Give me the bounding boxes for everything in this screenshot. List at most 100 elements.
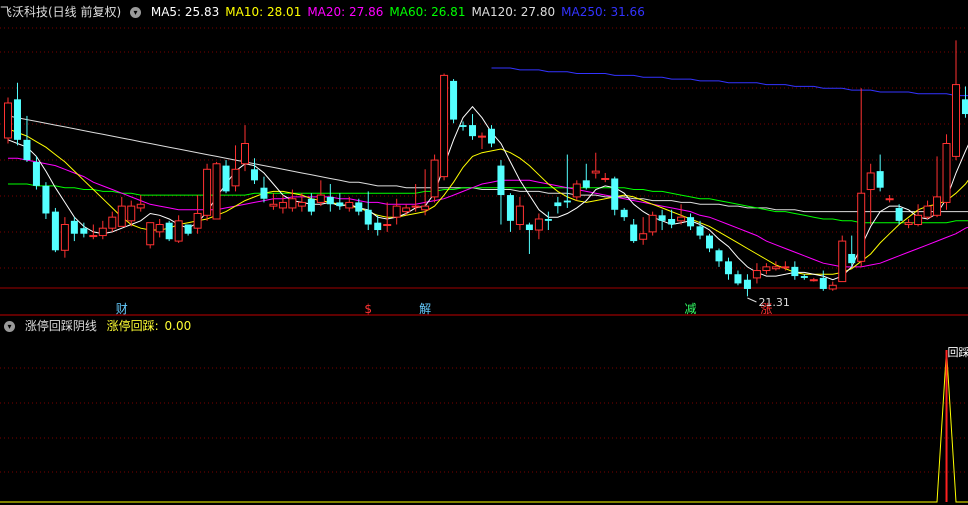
event-marker: 财 [116,302,128,316]
event-marker: 减 [685,302,697,316]
candle-body [70,220,78,234]
candle-body [184,224,192,234]
candle-body [591,170,600,174]
candle-body [601,177,610,180]
candle-body [942,143,951,203]
candle-body [459,125,467,127]
candle-body [952,84,960,157]
candle-body [127,205,136,222]
candle-body [819,277,827,289]
dropdown-chevron-icon[interactable]: ▾ [130,7,142,18]
candle-body [848,253,856,264]
candle-body [487,128,495,144]
candle-body [430,159,439,198]
candle-body [383,224,392,227]
candle-body [563,200,571,203]
ma10-line [7,128,968,275]
candle-body [440,74,449,178]
candle-body [771,266,780,270]
main-chart-header: 飞沃科技(日线 前复权) ▾ MA5: 25.83 MA10: 28.01 MA20… [0,4,657,20]
candle-body [450,80,458,120]
ma-legend-value: 26.81 [431,5,466,19]
candle-body [51,211,59,251]
ma-legend-item: MA250: 31.66 [561,5,645,19]
candle-body [885,198,894,201]
candle-body [620,209,628,218]
candlestick-chart[interactable]: 财$解减涨21.31回踩! [0,0,968,505]
ma-legend-value: 31.66 [610,5,645,19]
candle-body [108,216,117,229]
candle-body [250,169,258,181]
ma-legend-item: MA60: 26.81 [389,5,466,19]
candle-body [791,266,799,277]
candle-body [392,205,401,218]
candle-body [715,250,723,262]
candle-body [544,218,552,221]
signal-label: 回踩! [948,346,968,359]
candle-body [706,235,714,249]
candle-body [4,102,12,139]
candle-body [525,224,533,231]
candle-body [743,279,751,289]
candle-body [260,187,268,199]
candle-body [668,218,676,225]
candle-body [117,205,126,227]
candle-body [136,203,145,209]
event-marker: $ [364,302,372,316]
candle-body [155,224,164,233]
candle-body [345,201,354,209]
ma-legend: MA5: 25.83 MA10: 28.01 MA20: 27.86 MA60: 26… [151,5,651,19]
candle-body [648,214,657,233]
candle-body [876,171,884,188]
dropdown-chevron-icon[interactable]: ▾ [4,321,15,332]
candle-body [895,207,903,221]
candle-body [611,178,619,210]
ma-legend-item: MA120: 27.80 [471,5,556,19]
candle-body [402,207,411,213]
ma-legend-value: 27.86 [349,5,384,19]
candle-body [582,180,590,188]
ma-legend-value: 27.80 [520,5,556,19]
stock-title: 飞沃科技(日线 前复权) [0,5,122,19]
indicator-line [0,349,968,503]
candle-body [658,215,666,221]
candle-body [23,139,31,161]
candle-body [307,198,315,212]
low-price-label: 21.31 [758,296,790,309]
indicator-value: 0.00 [164,319,192,333]
candle-body [326,196,334,205]
candle-body [13,99,21,140]
candle-body [752,270,761,279]
candle-body [288,198,297,209]
candle-body [904,222,913,226]
candle-body [781,266,790,269]
candle-body [231,168,240,187]
candle-body [269,203,278,207]
candle-body [165,222,173,240]
candle-body [411,205,420,208]
candle-body [961,99,968,115]
candle-body [355,202,363,212]
candle-body [724,261,732,275]
candle-body [278,201,287,209]
candle-body [630,224,638,242]
candle-body [506,195,514,221]
candle-body [469,125,477,137]
candle-body [933,196,942,216]
candle-body [734,274,742,284]
candle-body [364,209,372,225]
candle-body [241,143,249,165]
candle-body [497,165,505,196]
candle-body [696,226,704,236]
candle-body [98,227,107,237]
candle-body [554,202,562,207]
candle-body [828,284,837,290]
candle-body [914,214,923,226]
candle-body [32,161,40,186]
candle-body [677,216,686,222]
candle-body [923,205,932,218]
indicator-value-label: 涨停回踩: [106,319,159,333]
candle-body [800,276,808,278]
candle-body [174,220,183,242]
candle-body [374,222,382,231]
